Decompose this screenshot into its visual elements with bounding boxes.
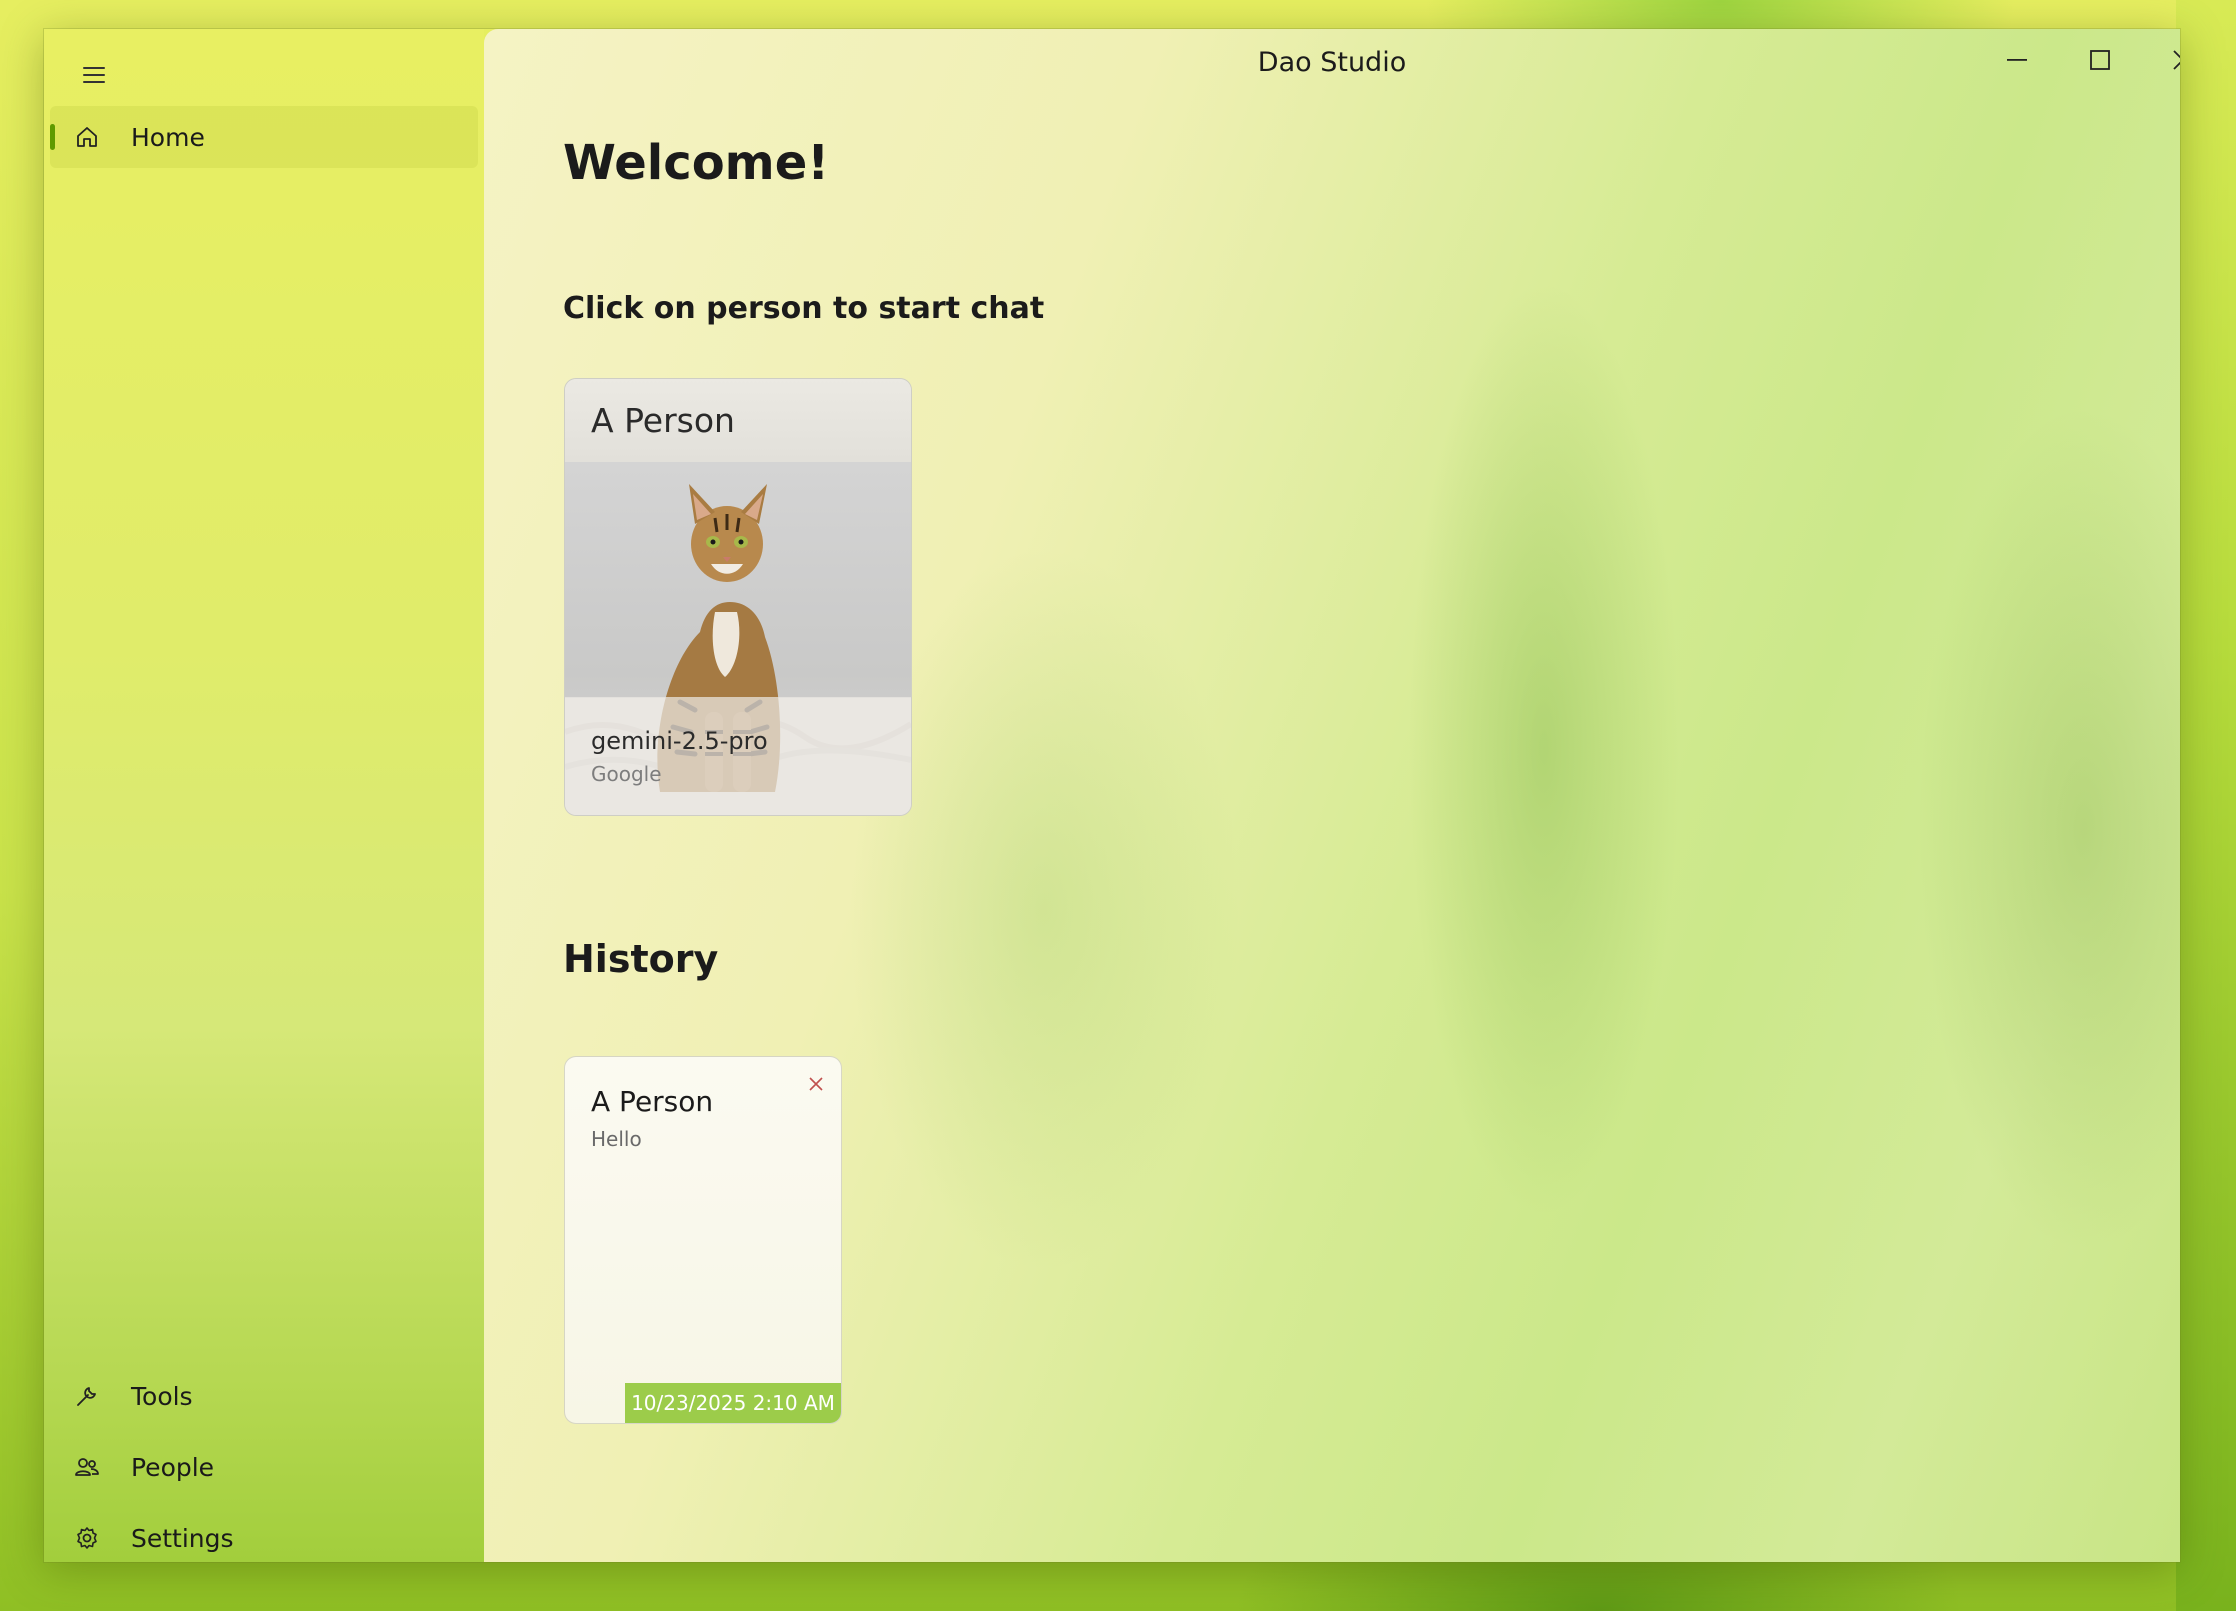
welcome-heading: Welcome! <box>563 135 830 191</box>
start-chat-prompt: Click on person to start chat <box>563 291 1045 326</box>
selection-indicator <box>50 124 55 150</box>
gear-icon <box>74 1525 100 1551</box>
person-card-footer <box>565 697 911 815</box>
sidebar-item-tools[interactable]: Tools <box>50 1365 478 1427</box>
close-icon <box>2172 49 2180 75</box>
person-card[interactable]: A Person gemini-2.5-pro Google <box>564 378 912 816</box>
sidebar-item-label: Home <box>131 122 205 152</box>
people-icon <box>74 1454 100 1480</box>
sidebar-item-home[interactable]: Home <box>50 106 478 168</box>
person-model: gemini-2.5-pro <box>591 727 768 755</box>
history-heading: History <box>563 937 719 981</box>
sidebar-item-label: Tools <box>131 1381 193 1411</box>
hamburger-menu-icon[interactable] <box>72 55 116 95</box>
maximize-icon <box>2089 49 2111 75</box>
sidebar-item-label: Settings <box>131 1523 234 1553</box>
sidebar-item-people[interactable]: People <box>50 1436 478 1498</box>
maximize-button[interactable] <box>2070 35 2130 89</box>
history-message: Hello <box>591 1127 642 1151</box>
minimize-button[interactable] <box>1987 35 2047 89</box>
person-name: A Person <box>591 401 735 440</box>
person-provider: Google <box>591 762 662 786</box>
sidebar-item-label: People <box>131 1452 215 1482</box>
app-window: Home Tools People Settings Dao Studio We… <box>44 29 2180 1562</box>
sidebar-item-settings[interactable]: Settings <box>50 1507 478 1562</box>
history-timestamp: 10/23/2025 2:10 AM <box>625 1383 841 1423</box>
desktop-wallpaper <box>2176 0 2236 1611</box>
person-card-header: A Person <box>565 379 911 462</box>
delete-history-button[interactable] <box>803 1073 829 1099</box>
minimize-icon <box>2006 49 2028 75</box>
home-icon <box>74 124 100 150</box>
close-button[interactable] <box>2153 35 2180 89</box>
history-title: A Person <box>591 1085 714 1118</box>
sidebar: Home Tools People Settings <box>44 29 484 1562</box>
close-icon <box>808 1076 824 1096</box>
window-title: Dao Studio <box>1257 47 1407 78</box>
main-content: Dao Studio Welcome! Click on person to s… <box>484 29 2180 1562</box>
wrench-icon <box>74 1383 100 1409</box>
history-card[interactable]: A Person Hello 10/23/2025 2:10 AM <box>564 1056 842 1424</box>
